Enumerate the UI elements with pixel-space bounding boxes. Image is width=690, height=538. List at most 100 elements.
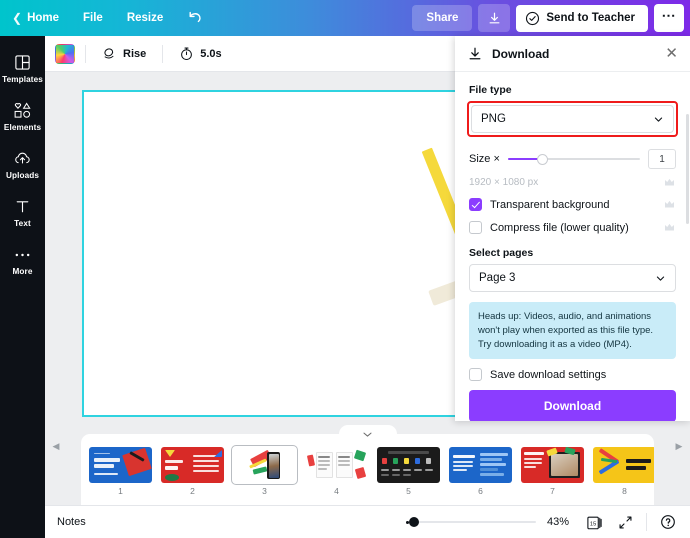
panel-scrollbar[interactable]: [686, 114, 689, 224]
page-strip-card: 1 2: [81, 434, 654, 505]
more-dots-icon: [14, 245, 31, 264]
download-submit-button[interactable]: Download: [469, 390, 676, 421]
transparent-background-row[interactable]: Transparent background: [469, 198, 676, 211]
heads-up-info-box: Heads up: Videos, audio, and animations …: [469, 302, 676, 359]
size-label: Size ×: [469, 153, 500, 165]
sidebar-item-label: Elements: [4, 123, 41, 132]
page-thumbnail[interactable]: [449, 447, 512, 483]
left-tool-rail: Templates Elements Uploads: [0, 36, 45, 538]
canva-editor-window: ❮ Home File Resize Share: [0, 0, 690, 538]
download-panel-title: Download: [492, 47, 549, 61]
chevron-left-icon: ❮: [12, 11, 22, 25]
resize-button[interactable]: Resize: [115, 6, 175, 30]
rainbow-color-swatch[interactable]: [55, 44, 75, 64]
file-type-select[interactable]: PNG: [471, 105, 674, 133]
size-value-input[interactable]: 1: [648, 149, 676, 169]
header-download-button[interactable]: [478, 4, 510, 32]
close-x-icon[interactable]: ✕: [665, 46, 678, 61]
size-slider[interactable]: [508, 152, 640, 166]
page-thumbnail[interactable]: [233, 447, 296, 483]
save-settings-row[interactable]: Save download settings: [469, 368, 676, 381]
dimensions-row: 1920 × 1080 px: [469, 177, 676, 188]
notes-button[interactable]: Notes: [57, 516, 86, 528]
file-type-label: File type: [469, 84, 676, 96]
page-number: 3: [262, 486, 267, 496]
page-thumbnail[interactable]: [305, 447, 368, 483]
select-pages-value: Page 3: [479, 272, 655, 284]
page-number: 2: [190, 486, 195, 496]
slider-knob[interactable]: [537, 154, 548, 165]
chevron-down-icon: [655, 273, 666, 284]
page-number: 5: [406, 486, 411, 496]
download-panel-body: File type PNG Size × 1 1: [455, 72, 690, 421]
page-thumbnail[interactable]: [89, 447, 152, 483]
share-button[interactable]: Share: [412, 5, 472, 31]
animation-icon: [102, 46, 117, 61]
sidebar-item-templates[interactable]: Templates: [0, 44, 45, 92]
animation-button[interactable]: Rise: [96, 41, 152, 66]
help-button[interactable]: [658, 512, 678, 532]
page-thumbnail-list: 1 2: [81, 434, 654, 505]
pages-view-icon: 15: [586, 514, 603, 531]
strip-next-button[interactable]: ▶: [672, 439, 686, 453]
select-pages-label: Select pages: [469, 247, 676, 259]
header-more-button[interactable]: ⋯: [654, 4, 684, 32]
undo-button[interactable]: [175, 4, 215, 32]
svg-text:15: 15: [589, 521, 595, 527]
compress-file-checkbox[interactable]: [469, 221, 482, 234]
page-thumbnail-item[interactable]: 4: [305, 447, 368, 496]
transparent-background-checkbox[interactable]: [469, 198, 482, 211]
expand-arrows-icon: [618, 515, 633, 530]
page-thumbnail[interactable]: [161, 447, 224, 483]
header-right-group: Share Send to Teacher ⋯: [412, 4, 690, 32]
page-thumbnail-item[interactable]: 5: [377, 447, 440, 496]
download-icon: [487, 11, 502, 26]
sidebar-item-label: More: [13, 267, 33, 276]
zoom-percent-label: 43%: [547, 516, 573, 528]
file-type-highlight-box: PNG: [467, 101, 678, 137]
compress-file-row[interactable]: Compress file (lower quality): [469, 221, 676, 234]
compress-file-label: Compress file (lower quality): [490, 222, 655, 234]
undo-arrow-icon: [187, 10, 203, 26]
send-to-teacher-button[interactable]: Send to Teacher: [516, 5, 648, 32]
page-thumbnail-item[interactable]: 8: [593, 447, 654, 496]
transparent-background-label: Transparent background: [490, 199, 655, 211]
sidebar-item-label: Templates: [2, 75, 43, 84]
zoom-slider[interactable]: [406, 515, 536, 529]
fullscreen-button[interactable]: [615, 512, 635, 532]
crown-icon: [663, 223, 676, 232]
sidebar-item-uploads[interactable]: Uploads: [0, 140, 45, 188]
page-thumbnail[interactable]: [521, 447, 584, 483]
duration-button[interactable]: 5.0s: [173, 41, 227, 66]
file-menu-button[interactable]: File: [71, 6, 115, 30]
more-horizontal-icon: ⋯: [662, 7, 677, 24]
bottom-divider: [646, 513, 647, 531]
sidebar-item-elements[interactable]: Elements: [0, 92, 45, 140]
select-pages-dropdown[interactable]: Page 3: [469, 264, 676, 292]
page-thumbnail-item[interactable]: 1: [89, 447, 152, 496]
check-circle-icon: [525, 11, 540, 26]
sidebar-item-more[interactable]: More: [0, 236, 45, 284]
page-thumbnail-item[interactable]: 7: [521, 447, 584, 496]
page-thumbnail[interactable]: [377, 447, 440, 483]
size-row: Size × 1: [469, 149, 676, 169]
zoom-slider-track: [406, 521, 536, 524]
duration-label: 5.0s: [200, 48, 221, 60]
page-thumbnail-item-selected[interactable]: 3: [233, 447, 296, 496]
home-button[interactable]: ❮ Home: [0, 5, 71, 31]
page-thumbnail-item[interactable]: 2: [161, 447, 224, 496]
sidebar-item-text[interactable]: Text: [0, 188, 45, 236]
page-thumbnail[interactable]: [593, 447, 654, 483]
strip-prev-button[interactable]: ◀: [49, 439, 63, 453]
file-label: File: [83, 12, 103, 24]
save-download-settings-checkbox[interactable]: [469, 368, 482, 381]
pages-view-button[interactable]: 15: [584, 512, 604, 532]
zoom-slider-knob[interactable]: [409, 517, 419, 527]
sidebar-item-label: Text: [14, 219, 31, 228]
page-number: 8: [622, 486, 627, 496]
page-thumbnail-item[interactable]: 6: [449, 447, 512, 496]
download-icon: [467, 46, 483, 62]
chevron-down-icon: [653, 114, 664, 125]
help-question-icon: [660, 514, 676, 530]
top-header-bar: ❮ Home File Resize Share: [0, 0, 690, 36]
